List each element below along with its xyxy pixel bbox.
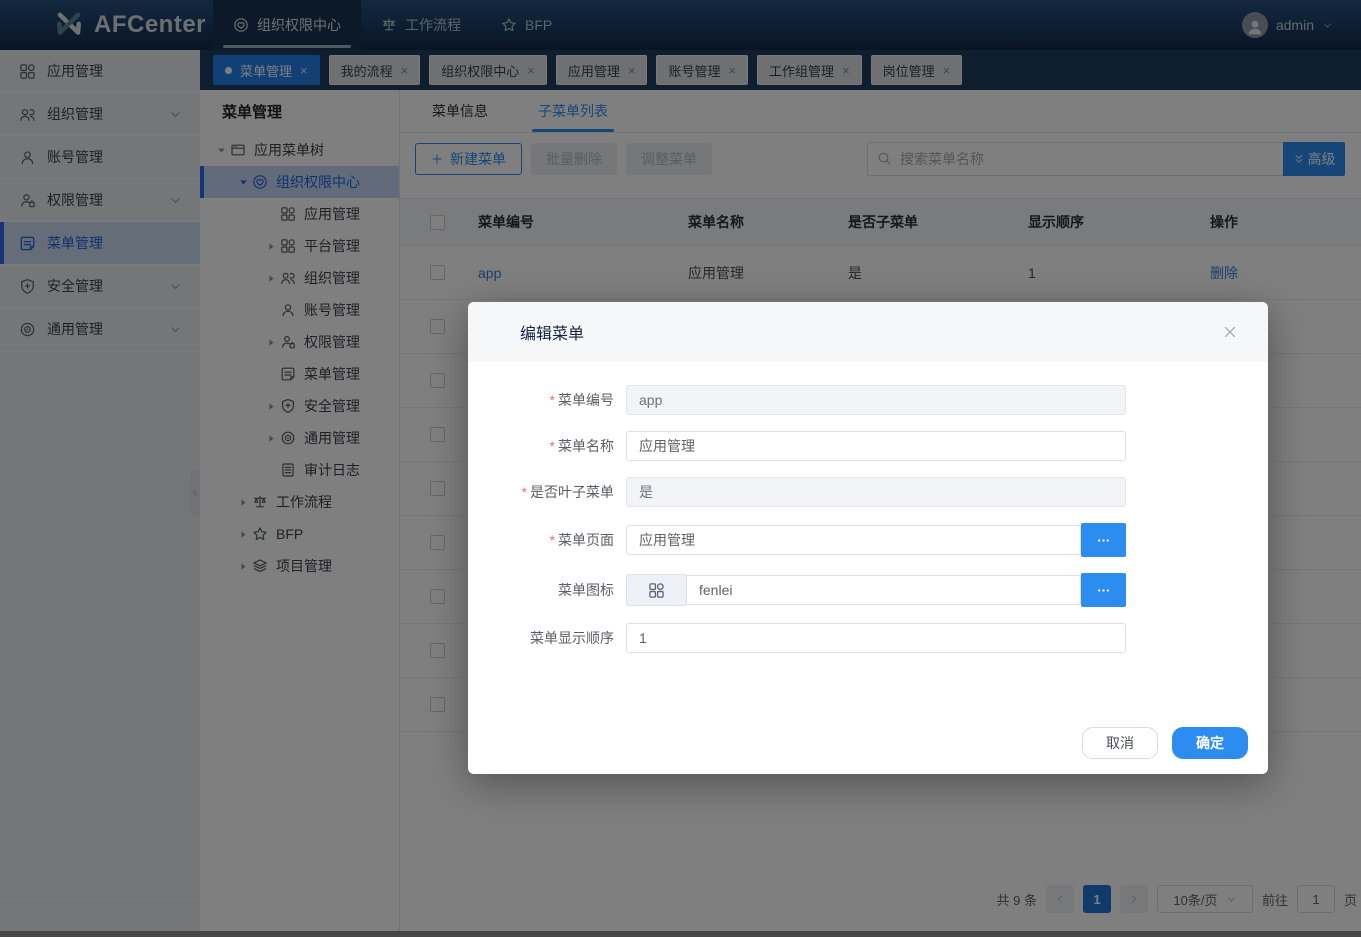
dialog-title: 编辑菜单 — [520, 320, 584, 344]
field-label: *菜单编号 — [468, 390, 626, 410]
form-row-menu-order: 菜单显示顺序 — [468, 623, 1268, 653]
required-asterisk: * — [550, 532, 555, 548]
form-row-menu-page: *菜单页面 — [468, 523, 1268, 557]
dialog-footer: 取消 确定 — [1082, 727, 1248, 759]
required-asterisk: * — [550, 438, 555, 454]
menu-icon-input[interactable] — [686, 575, 1081, 605]
field-label: *菜单页面 — [468, 530, 626, 550]
form-row-menu-icon: 菜单图标 — [468, 573, 1268, 607]
form-row-is-leaf-menu: *是否叶子菜单 — [468, 477, 1268, 507]
dialog-header: 编辑菜单 — [468, 302, 1268, 362]
field-label: *是否叶子菜单 — [468, 482, 626, 502]
confirm-button[interactable]: 确定 — [1172, 727, 1248, 759]
menu-page-input[interactable] — [626, 525, 1081, 555]
grid-icon — [648, 582, 665, 599]
close-icon[interactable] — [1222, 324, 1238, 340]
menu-icon-preview — [626, 574, 686, 606]
menu-order-input[interactable] — [626, 623, 1126, 653]
ellipsis-icon — [1096, 533, 1111, 548]
menu-name-input[interactable] — [626, 431, 1126, 461]
required-asterisk: * — [522, 484, 527, 500]
edit-menu-dialog: 编辑菜单 *菜单编号 *菜单名称 *是否叶子菜单 *菜单页面菜单图标菜单显示顺序 取消… — [468, 302, 1268, 774]
field-label: *菜单名称 — [468, 436, 626, 456]
dialog-form: *菜单编号 *菜单名称 *是否叶子菜单 *菜单页面菜单图标菜单显示顺序 — [468, 362, 1268, 653]
is-leaf-menu-input[interactable] — [626, 477, 1126, 507]
field-label: 菜单显示顺序 — [468, 628, 626, 648]
form-row-menu-code: *菜单编号 — [468, 385, 1268, 415]
form-row-menu-name: *菜单名称 — [468, 431, 1268, 461]
menu-icon-picker-button[interactable] — [1081, 573, 1126, 607]
cancel-button[interactable]: 取消 — [1082, 727, 1158, 759]
field-label: 菜单图标 — [468, 580, 626, 600]
ellipsis-icon — [1096, 583, 1111, 598]
menu-page-picker-button[interactable] — [1081, 523, 1126, 557]
menu-code-input[interactable] — [626, 385, 1126, 415]
required-asterisk: * — [550, 392, 555, 408]
app-root: AFCenter 组织权限中心工作流程BFP admin 菜单管理×我的流程×组… — [0, 0, 1361, 937]
